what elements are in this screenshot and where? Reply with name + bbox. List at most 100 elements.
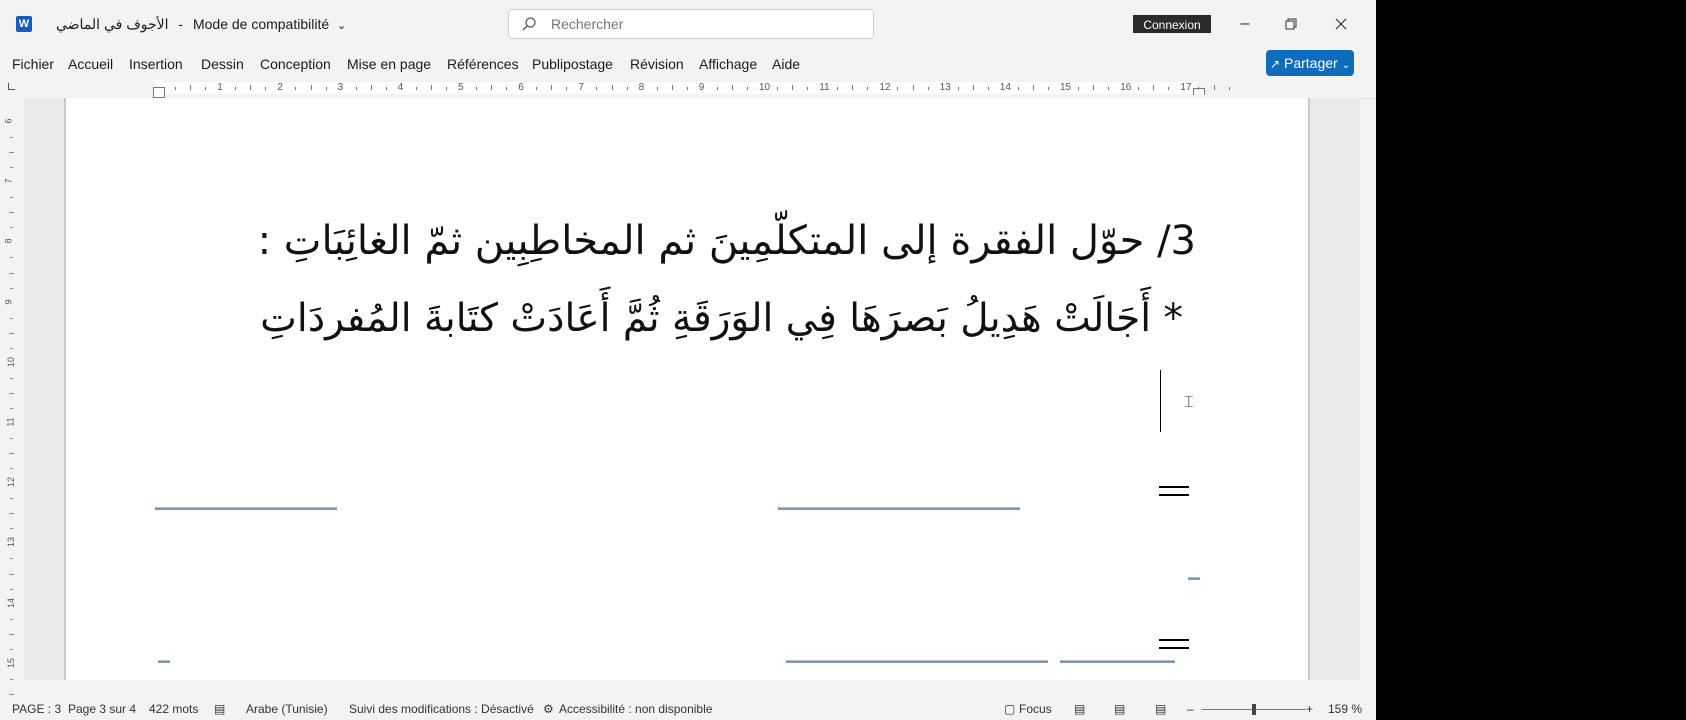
vertical-ruler[interactable]: 6 7 8 9 10 11 12 13 14 15 bbox=[0, 98, 24, 710]
ruler-tick bbox=[852, 85, 854, 90]
ruler-number: 17 bbox=[1180, 82, 1192, 93]
tab-insertion[interactable]: Insertion bbox=[129, 56, 183, 72]
focus-button[interactable]: Focus bbox=[1019, 702, 1052, 716]
print-layout-icon[interactable]: ▤ bbox=[1114, 702, 1125, 716]
ruler-number: 6 bbox=[518, 82, 524, 93]
ruler-number: 11 bbox=[819, 82, 830, 93]
ruler-number: 9 bbox=[3, 299, 14, 305]
ruler-tick bbox=[10, 648, 13, 650]
tab-conception[interactable]: Conception bbox=[260, 56, 331, 72]
ruler-tick bbox=[295, 87, 297, 90]
exercise-sentence[interactable]: * أَجَالَتْ هَدِيلُ بَصرَهَا فِي الوَرَق… bbox=[260, 296, 1183, 341]
ruler-tick bbox=[1108, 87, 1110, 90]
ruler-tick bbox=[10, 167, 13, 169]
search-input[interactable] bbox=[549, 15, 853, 33]
ruler-number: 7 bbox=[3, 178, 14, 184]
status-page-count[interactable]: Page 3 sur 4 bbox=[68, 702, 136, 716]
ruler-tick bbox=[445, 87, 447, 90]
answer-blank bbox=[155, 507, 337, 510]
ruler-number: 16 bbox=[1120, 82, 1132, 93]
ruler-number: 7 bbox=[578, 82, 584, 93]
minimize-icon[interactable]: – bbox=[1222, 8, 1268, 40]
ibeam-cursor-icon: ⌶ bbox=[1184, 394, 1194, 411]
tab-mise-en-page[interactable]: Mise en page bbox=[347, 56, 431, 72]
ruler-tick bbox=[1047, 87, 1049, 90]
indent-marker-icon[interactable] bbox=[153, 80, 165, 87]
status-language[interactable]: Arabe (Tunisie) bbox=[246, 702, 328, 716]
ruler-number: 10 bbox=[759, 82, 771, 93]
ruler-tick bbox=[235, 87, 237, 90]
ruler-tick bbox=[731, 85, 733, 90]
tab-revision[interactable]: Révision bbox=[630, 56, 684, 72]
ruler-tick bbox=[10, 588, 13, 590]
ruler-tick bbox=[716, 87, 718, 90]
ruler-tick bbox=[626, 87, 628, 90]
ruler-tick bbox=[1138, 87, 1140, 90]
zoom-level[interactable]: 159 % bbox=[1328, 702, 1362, 716]
restore-icon[interactable] bbox=[1268, 8, 1314, 40]
zoom-in-icon[interactable]: + bbox=[1306, 702, 1313, 716]
horizontal-ruler[interactable]: 1 2 3 4 5 6 7 8 9 10 11 12 13 14 15 16 17 bbox=[0, 78, 1376, 99]
zoom-slider[interactable] bbox=[1202, 704, 1306, 715]
ruler-tick bbox=[746, 87, 748, 90]
indent-marker-box[interactable] bbox=[153, 87, 165, 98]
word-window: W الأجوف في الماضي - Mode de compatibili… bbox=[0, 0, 1376, 720]
ruler-number: 10 bbox=[6, 356, 17, 367]
ruler-number: 11 bbox=[5, 417, 16, 427]
ruler-tick bbox=[1213, 85, 1215, 90]
signin-button[interactable]: Connexion bbox=[1133, 15, 1211, 33]
read-mode-icon[interactable]: ▤ bbox=[1074, 702, 1085, 716]
tab-aide[interactable]: Aide bbox=[772, 56, 800, 72]
answer-blank bbox=[786, 660, 1048, 663]
word-icon: W bbox=[16, 16, 32, 32]
answer-blank bbox=[778, 507, 1020, 510]
chevron-down-icon[interactable]: ⌄ bbox=[337, 20, 346, 32]
ruler-number: 14 bbox=[6, 597, 17, 608]
tab-references[interactable]: Références bbox=[447, 56, 519, 72]
tab-publipostage[interactable]: Publipostage bbox=[532, 56, 613, 72]
status-bar: PAGE : 3 Page 3 sur 4 422 mots ▤ Arabe (… bbox=[0, 698, 1376, 720]
ruler-tick bbox=[807, 87, 809, 90]
status-page-number[interactable]: PAGE : 3 bbox=[12, 702, 61, 716]
ruler-tick bbox=[1032, 85, 1034, 90]
tab-accueil[interactable]: Accueil bbox=[68, 56, 113, 72]
share-icon: ↗ bbox=[1270, 57, 1281, 71]
tab-selector-icon[interactable] bbox=[8, 83, 15, 90]
ruler-number: 2 bbox=[277, 82, 283, 93]
search-box[interactable] bbox=[508, 9, 874, 39]
focus-icon: ▢ bbox=[1004, 702, 1016, 716]
ruler-tick bbox=[9, 453, 14, 455]
tab-affichage[interactable]: Affichage bbox=[699, 56, 757, 72]
document-page[interactable]: 3/ حوّل الفقرة إلى المتكلّمِينَ ثم المخا… bbox=[64, 98, 1310, 680]
ruler-tick bbox=[1168, 87, 1170, 90]
status-track-changes[interactable]: Suivi des modifications : Désactivé bbox=[349, 702, 534, 716]
zoom-slider-thumb[interactable] bbox=[1252, 704, 1256, 715]
share-button[interactable]: ↗ Partager ⌄ bbox=[1266, 50, 1354, 76]
ruler-tick bbox=[325, 87, 327, 90]
ruler-number: 3 bbox=[337, 82, 344, 93]
ruler-tick bbox=[10, 407, 13, 409]
zoom-out-icon[interactable]: – bbox=[1187, 702, 1194, 716]
web-layout-icon[interactable]: ▤ bbox=[1155, 702, 1166, 716]
close-icon[interactable] bbox=[1318, 8, 1364, 40]
ruler-tick bbox=[9, 152, 14, 154]
ruler-tick bbox=[10, 528, 13, 530]
document-title[interactable]: الأجوف في الماضي - Mode de compatibilité… bbox=[56, 16, 346, 33]
tab-dessin[interactable]: Dessin bbox=[201, 56, 244, 72]
answer-blank bbox=[1060, 660, 1175, 663]
status-word-count[interactable]: 422 mots bbox=[149, 702, 198, 716]
tab-fichier[interactable]: Fichier bbox=[12, 56, 54, 72]
ruler-track bbox=[160, 82, 1198, 94]
ruler-tick bbox=[596, 87, 598, 90]
ruler-tick bbox=[476, 87, 478, 90]
ruler-tick bbox=[10, 227, 13, 229]
proofing-icon[interactable]: ▤ bbox=[214, 702, 225, 716]
ruler-tick bbox=[10, 347, 13, 349]
exercise-instruction[interactable]: 3/ حوّل الفقرة إلى المتكلّمِينَ ثم المخا… bbox=[258, 218, 1196, 264]
ruler-tick bbox=[957, 87, 959, 90]
ruler-number: 4 bbox=[397, 82, 404, 93]
answer-line-marker bbox=[1159, 647, 1189, 649]
document-canvas[interactable]: 3/ حوّل الفقرة إلى المتكلّمِينَ ثم المخا… bbox=[24, 98, 1360, 680]
accessibility-icon: ⚙ bbox=[543, 702, 554, 716]
status-accessibility[interactable]: Accessibilité : non disponible bbox=[559, 702, 712, 716]
